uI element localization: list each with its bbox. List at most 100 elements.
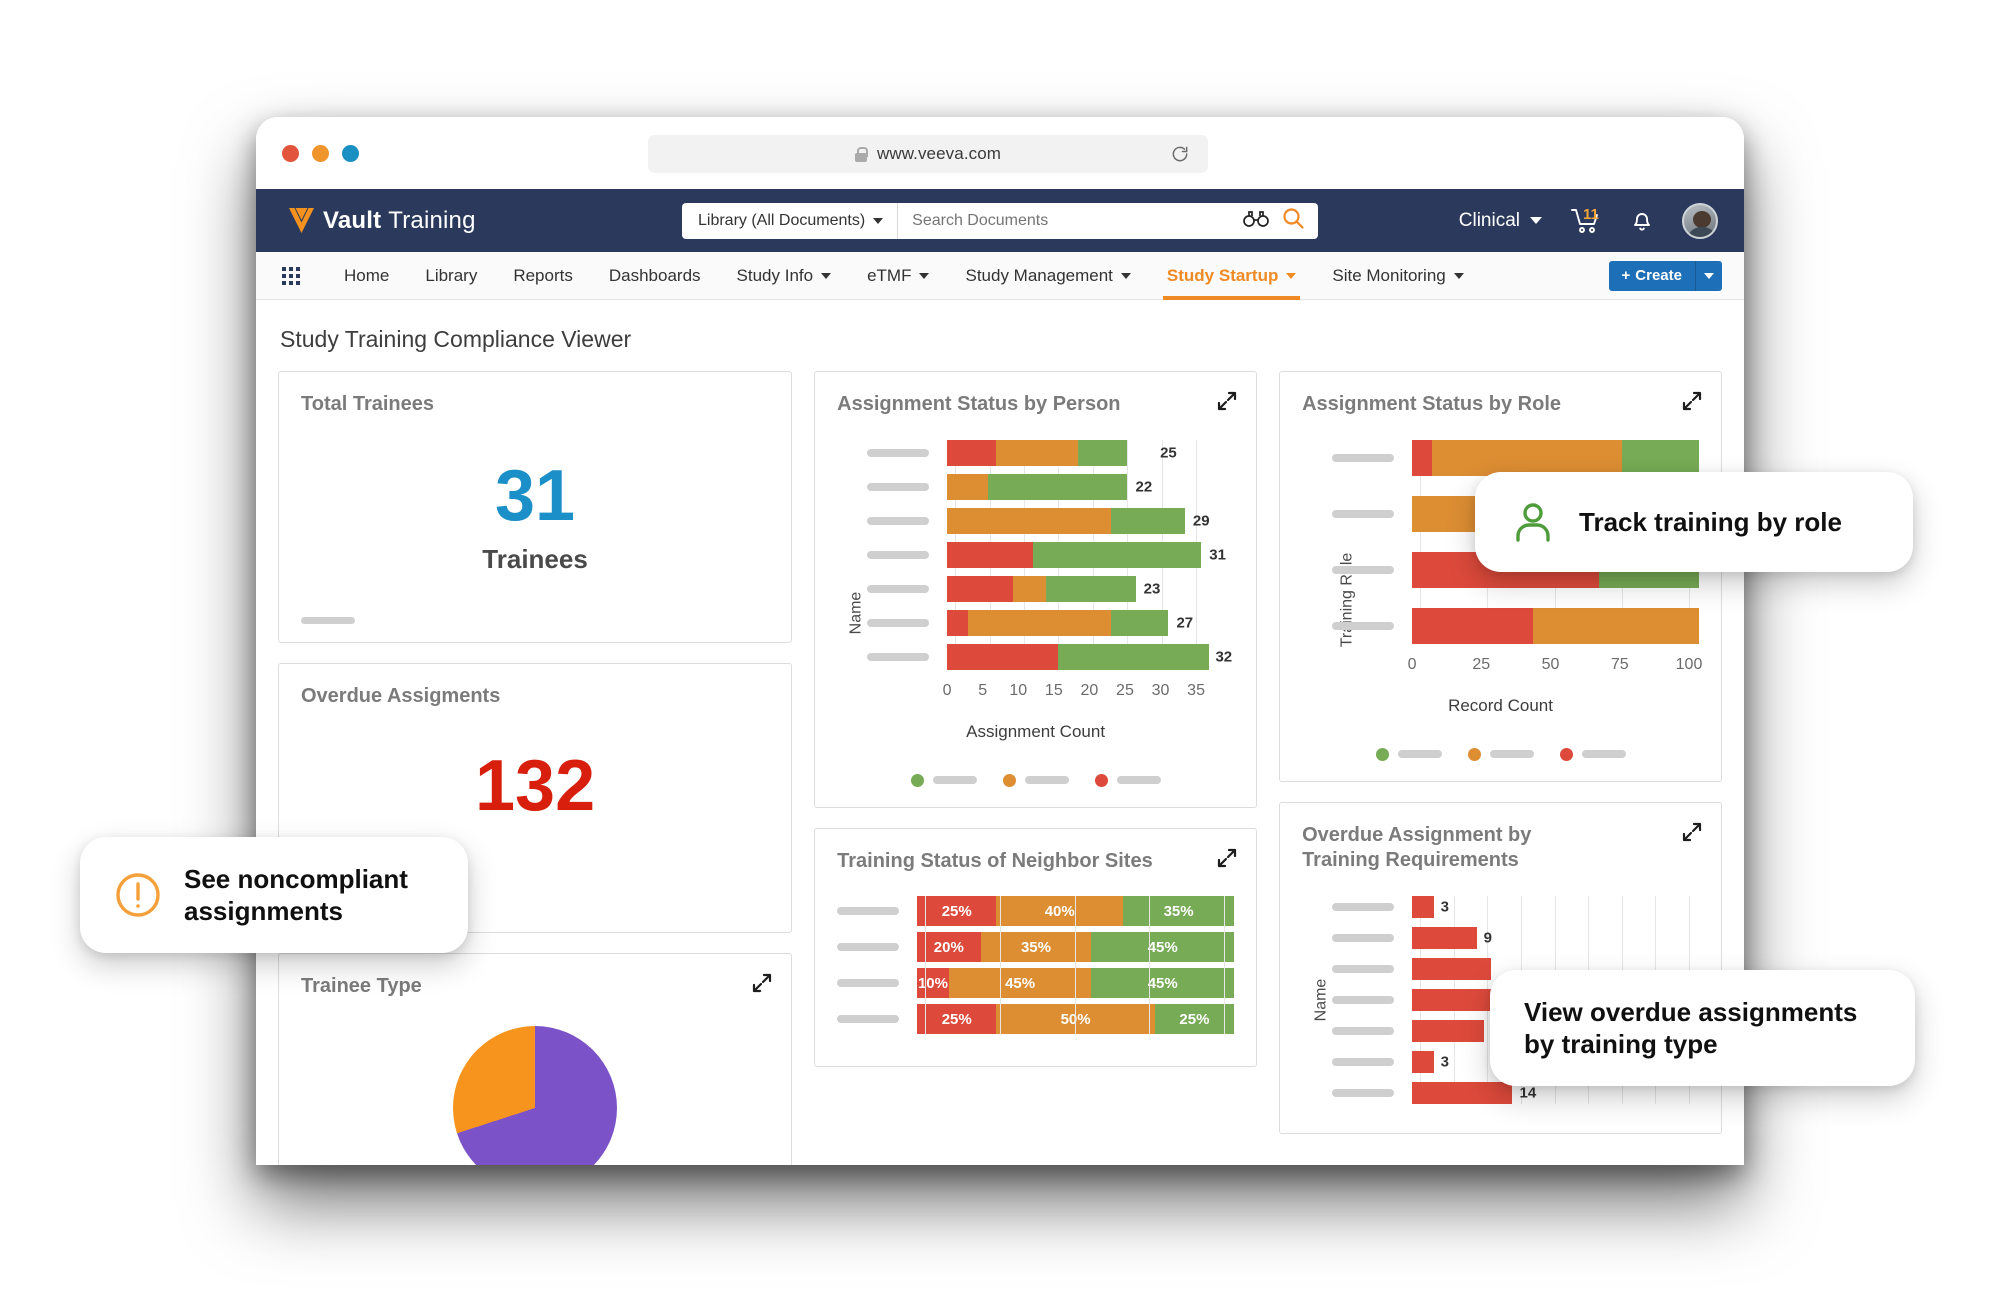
expand-icon[interactable] (1681, 390, 1703, 412)
reload-icon[interactable] (1170, 144, 1190, 164)
chevron-down-icon (1120, 272, 1131, 279)
alert-circle-icon (114, 871, 162, 919)
callout-track-training-by-role[interactable]: Track training by role (1475, 472, 1913, 572)
legend-item-orange[interactable] (1002, 773, 1069, 787)
legend-item-green[interactable] (910, 773, 977, 787)
chart-row[interactable]: 29 (867, 507, 1234, 534)
chart-row[interactable]: 27 (867, 609, 1234, 636)
chevron-down-icon (873, 217, 884, 224)
row-label-placeholder (867, 448, 947, 457)
card-trainee-type: Trainee Type (278, 953, 793, 1165)
nav-item-etmf[interactable]: eTMF (849, 252, 947, 300)
nav-item-dashboards[interactable]: Dashboards (591, 252, 719, 300)
nav-item-reports[interactable]: Reports (495, 252, 591, 300)
url-text: www.veeva.com (876, 144, 1002, 163)
row-label-placeholder (1332, 509, 1412, 518)
chart-row[interactable]: 25 (867, 439, 1234, 466)
x-axis-label: Record Count (1448, 695, 1553, 715)
create-button-group[interactable]: + Create (1608, 260, 1722, 291)
nav-item-library[interactable]: Library (407, 252, 495, 300)
overdue-assignments-value: 132 (474, 745, 596, 826)
card-total-trainees: Total Trainees 31 Trainees (278, 371, 793, 643)
avatar[interactable] (1682, 202, 1718, 239)
chart-row[interactable]: 32 (867, 643, 1234, 670)
domain-selector-label: Clinical (1458, 209, 1520, 231)
logo-bold-text: Vault (323, 206, 382, 234)
row-label-placeholder (837, 1015, 917, 1024)
maximize-window-button[interactable] (342, 145, 359, 162)
callout-view-overdue-by-training-type[interactable]: View overdue assignments by training typ… (1490, 970, 1915, 1087)
expand-icon[interactable] (751, 972, 773, 994)
stacked-bar: 23 (947, 575, 1234, 602)
create-dropdown-button[interactable] (1696, 260, 1722, 291)
x-tick-label: 25 (1116, 681, 1134, 699)
app-logo[interactable]: Vault Training (288, 206, 476, 235)
legend-item-orange[interactable] (1467, 747, 1534, 761)
address-bar[interactable]: www.veeva.com (648, 135, 1208, 173)
legend-color-swatch (1467, 747, 1481, 761)
header-actions: Clinical 11 (1459, 202, 1718, 239)
legend-item-green[interactable] (1375, 747, 1442, 761)
bar-value: 27 (1176, 614, 1194, 632)
chart-assignment-status-by-person: Name 25 22 29 31 23 27 32 0 5 10 15 20 2… (837, 439, 1234, 787)
gridlines (925, 896, 1226, 1035)
chart-row[interactable]: 9 (1332, 926, 1699, 949)
app-grid-icon[interactable] (282, 266, 300, 285)
row-label-placeholder (1332, 453, 1412, 462)
y-axis-label: Name (847, 591, 865, 635)
gridline (999, 896, 1001, 1035)
nav-item-home[interactable]: Home (326, 252, 407, 300)
legend-label-placeholder (1581, 750, 1626, 759)
chart-row[interactable]: 3 (1332, 895, 1699, 918)
chevron-down-icon (1530, 217, 1542, 224)
legend-item-red[interactable] (1094, 773, 1161, 787)
nav-item-study-management[interactable]: Study Management (947, 252, 1148, 300)
row-label-placeholder (867, 618, 947, 627)
chart-training-status-neighbor-sites: 25% 40% 35% 20% 35% 45% 10% 45% 45% 25% … (837, 896, 1235, 1035)
close-window-button[interactable] (282, 145, 299, 162)
expand-icon[interactable] (1681, 821, 1703, 843)
x-tick-label: 0 (1407, 655, 1417, 673)
chart-row[interactable]: 23 (867, 575, 1234, 602)
search-icon[interactable] (1282, 207, 1304, 234)
create-button-label: Create (1635, 267, 1682, 284)
global-search[interactable]: Library (All Documents) (682, 202, 1318, 239)
create-button[interactable]: + Create (1608, 260, 1696, 291)
x-tick-label: 100 (1675, 655, 1703, 673)
chart-row[interactable]: 31 (867, 541, 1234, 568)
legend-label-placeholder (1489, 750, 1534, 759)
expand-icon[interactable] (1216, 390, 1238, 412)
row-label-placeholder (1332, 1057, 1412, 1066)
legend-label-placeholder (1397, 750, 1442, 759)
callout-text: See noncompliant assignments (184, 864, 408, 927)
search-icons (1243, 207, 1318, 234)
expand-icon[interactable] (1216, 847, 1238, 869)
legend-item-red[interactable] (1559, 747, 1626, 761)
bar-value: 14 (1519, 1084, 1537, 1102)
person-icon (1509, 498, 1557, 546)
callout-noncompliant-assignments[interactable]: See noncompliant assignments (80, 837, 468, 954)
cart-button[interactable]: 11 (1570, 206, 1602, 235)
legend-color-swatch (910, 773, 924, 787)
total-trainees-value: 31 (495, 455, 576, 536)
chart-row[interactable]: 22 (867, 473, 1234, 500)
nav-item-study-info[interactable]: Study Info (719, 252, 850, 300)
binoculars-icon[interactable] (1243, 209, 1269, 232)
window-controls[interactable] (282, 145, 359, 162)
search-input[interactable] (898, 211, 1243, 230)
chart-row[interactable] (1332, 607, 1699, 644)
chart-row[interactable] (1332, 439, 1699, 476)
x-tick-label: 30 (1151, 681, 1170, 699)
total-trainees-unit: Trainees (482, 543, 588, 574)
legend-color-swatch (1375, 747, 1389, 761)
nav-label: Study Startup (1166, 265, 1279, 285)
row-label-placeholder (837, 979, 917, 988)
page-title: Study Training Compliance Viewer (280, 326, 632, 352)
domain-selector[interactable]: Clinical (1459, 210, 1542, 232)
minimize-window-button[interactable] (312, 145, 329, 162)
nav-item-site-monitoring[interactable]: Site Monitoring (1314, 252, 1481, 300)
bell-icon[interactable] (1630, 207, 1654, 235)
nav-item-study-startup[interactable]: Study Startup (1149, 252, 1314, 300)
library-selector[interactable]: Library (All Documents) (682, 202, 899, 239)
chart-rows: 25% 40% 35% 20% 35% 45% 10% 45% 45% 25% … (837, 896, 1235, 1035)
